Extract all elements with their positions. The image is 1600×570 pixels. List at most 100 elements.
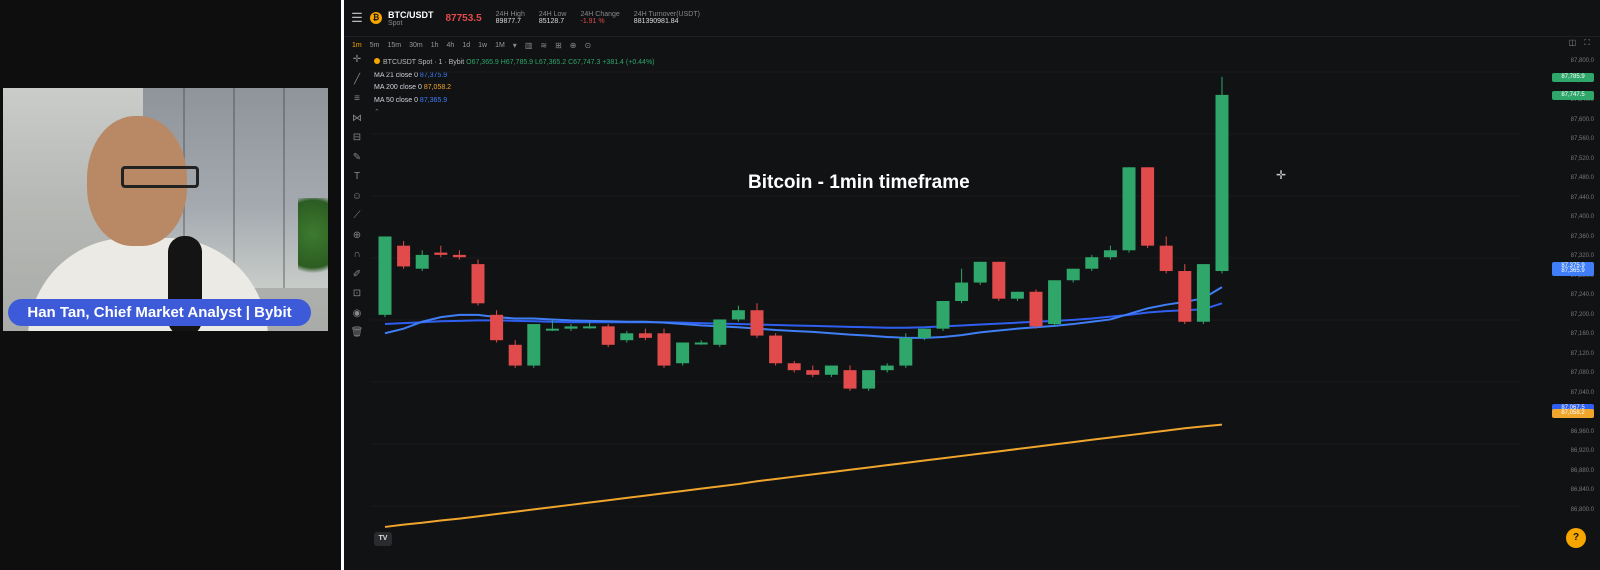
last-price: 87753.5 xyxy=(445,12,482,24)
candle-type-icon[interactable]: ▥ xyxy=(525,41,533,50)
candle-down xyxy=(452,254,466,258)
tf-1M[interactable]: 1M xyxy=(495,42,505,49)
stat-value: 89877.7 xyxy=(495,18,521,25)
tf-1d[interactable]: 1d xyxy=(462,42,470,49)
fullscreen-icon[interactable]: ⛶ xyxy=(1584,38,1590,47)
candle-down xyxy=(638,333,652,338)
candle-down xyxy=(471,264,485,304)
symbol-header: ☰ ₿ BTC/USDT Spot 87753.5 24H High 89877… xyxy=(344,0,1600,37)
stat-24h-high: 24H High 89877.7 xyxy=(496,11,525,25)
ruler-tool-icon[interactable]: ⟋ xyxy=(344,210,370,230)
timeframe-bar: 1m 5m 15m 30m 1h 4h 1d 1w 1M ▾ ▥ ≋ ⊞ ⊕ ⊙ xyxy=(344,38,1600,52)
candle-up xyxy=(1103,250,1117,258)
layout-icon[interactable]: ⊞ xyxy=(555,41,562,50)
price-tick: 87,560.0 xyxy=(1570,136,1594,142)
candle-up xyxy=(955,282,969,301)
ma50-line xyxy=(384,302,1223,329)
price-tick: 86,920.0 xyxy=(1570,448,1594,454)
hamburger-icon[interactable]: ☰ xyxy=(344,10,370,26)
stat-value: 85128.7 xyxy=(538,18,565,25)
candle-up xyxy=(694,342,708,345)
chart-actions: ◫ ⛶ xyxy=(1563,38,1590,48)
price-tick: 87,400.0 xyxy=(1570,214,1594,220)
tf-1w[interactable]: 1w xyxy=(478,42,487,49)
pair-selector[interactable]: BTC/USDT Spot xyxy=(388,10,434,27)
trading-chart-panel: ☰ ₿ BTC/USDT Spot 87753.5 24H High 89877… xyxy=(341,0,1600,570)
candle-up xyxy=(378,236,392,315)
price-tick: 87,120.0 xyxy=(1570,350,1594,357)
candle-up xyxy=(713,319,727,345)
candle-up xyxy=(545,328,559,331)
crosshair-tool-icon[interactable]: ✛ xyxy=(344,54,370,74)
candle-down xyxy=(843,370,857,389)
eye-icon[interactable]: ◉ xyxy=(344,308,370,328)
candle-up xyxy=(415,254,429,269)
time-axis[interactable] xyxy=(371,550,1521,564)
price-tick: 87,080.0 xyxy=(1570,370,1594,376)
fib-tool-icon[interactable]: ≡ xyxy=(344,93,370,113)
zoom-tool-icon[interactable]: ⊕ xyxy=(344,230,370,250)
brush-tool-icon[interactable]: ✎ xyxy=(344,152,370,172)
settings-icon[interactable]: ⊙ xyxy=(584,41,591,50)
candle-up xyxy=(1122,167,1136,251)
candle-up xyxy=(564,326,578,329)
magnet-tool-icon[interactable]: ∩ xyxy=(344,249,370,269)
candle-down xyxy=(657,333,671,366)
stat-value: -1.91 % xyxy=(580,18,605,25)
presenter-glasses xyxy=(121,166,199,188)
candle-up xyxy=(1010,291,1024,299)
price-tick: 86,840.0 xyxy=(1570,487,1594,493)
trash-icon[interactable]: 🗑 xyxy=(344,327,370,347)
draw-mode-icon[interactable]: ✐ xyxy=(344,269,370,289)
candle-down xyxy=(1141,167,1155,246)
tf-1m[interactable]: 1m xyxy=(352,42,362,49)
pair-type: Spot xyxy=(388,19,403,27)
tf-30m[interactable]: 30m xyxy=(409,42,423,49)
projection-tool-icon[interactable]: ⊟ xyxy=(344,132,370,152)
stat-24h-turnover: 24H Turnover(USDT) 881390981.84 xyxy=(634,11,700,25)
price-tick: 87,200.0 xyxy=(1570,311,1594,318)
price-tick: 86,880.0 xyxy=(1570,467,1594,474)
window-blind xyxy=(283,88,285,288)
presenter-webcam xyxy=(3,88,328,331)
lock-icon[interactable]: ⊡ xyxy=(344,288,370,308)
price-tag-ma50: 87,365.9 xyxy=(1552,266,1594,276)
candle-down xyxy=(434,252,448,255)
drawing-toolbar: ✛ ╱ ≡ ⋈ ⊟ ✎ T ☺ ⟋ ⊕ ∩ ✐ ⊡ ◉ 🗑 xyxy=(344,54,370,524)
ma21-line xyxy=(384,286,1223,339)
chevron-down-icon[interactable]: ▾ xyxy=(513,41,517,50)
emoji-tool-icon[interactable]: ☺ xyxy=(344,191,370,211)
tf-15m[interactable]: 15m xyxy=(387,42,401,49)
price-tick: 86,800.0 xyxy=(1570,506,1594,513)
candle-down xyxy=(1178,271,1192,322)
crosshair-cursor-icon: ✛ xyxy=(1276,168,1287,182)
tf-5m[interactable]: 5m xyxy=(370,42,380,49)
candle-down xyxy=(1159,245,1173,272)
price-tick: 87,600.0 xyxy=(1570,116,1594,123)
tf-1h[interactable]: 1h xyxy=(431,42,439,49)
price-tick: 87,360.0 xyxy=(1570,233,1594,240)
pair-name: BTC/USDT xyxy=(388,9,434,20)
pattern-tool-icon[interactable]: ⋈ xyxy=(344,113,370,133)
tradingview-logo[interactable]: TV xyxy=(374,532,392,546)
trendline-tool-icon[interactable]: ╱ xyxy=(344,74,370,94)
candle-down xyxy=(508,344,522,366)
indicators-icon[interactable]: ≋ xyxy=(540,41,547,50)
candle-down xyxy=(397,245,411,267)
candle-down xyxy=(1029,291,1043,327)
add-icon[interactable]: ⊕ xyxy=(570,41,577,50)
candle-down xyxy=(601,326,615,345)
candlestick-chart[interactable] xyxy=(371,52,1521,550)
price-tick: 87,240.0 xyxy=(1570,292,1594,298)
stat-label: 24H Low xyxy=(538,11,567,18)
text-tool-icon[interactable]: T xyxy=(344,171,370,191)
price-tick: 87,800.0 xyxy=(1570,58,1594,64)
candle-up xyxy=(527,324,541,366)
plant xyxy=(298,198,328,288)
price-tick: 87,320.0 xyxy=(1570,253,1594,259)
price-axis[interactable]: 87,800.087,760.087,640.087,600.087,560.0… xyxy=(1542,52,1600,550)
help-icon[interactable]: ? xyxy=(1566,528,1586,548)
price-tick: 87,440.0 xyxy=(1570,194,1594,201)
camera-icon[interactable]: ◫ xyxy=(1569,38,1577,47)
tf-4h[interactable]: 4h xyxy=(447,42,455,49)
